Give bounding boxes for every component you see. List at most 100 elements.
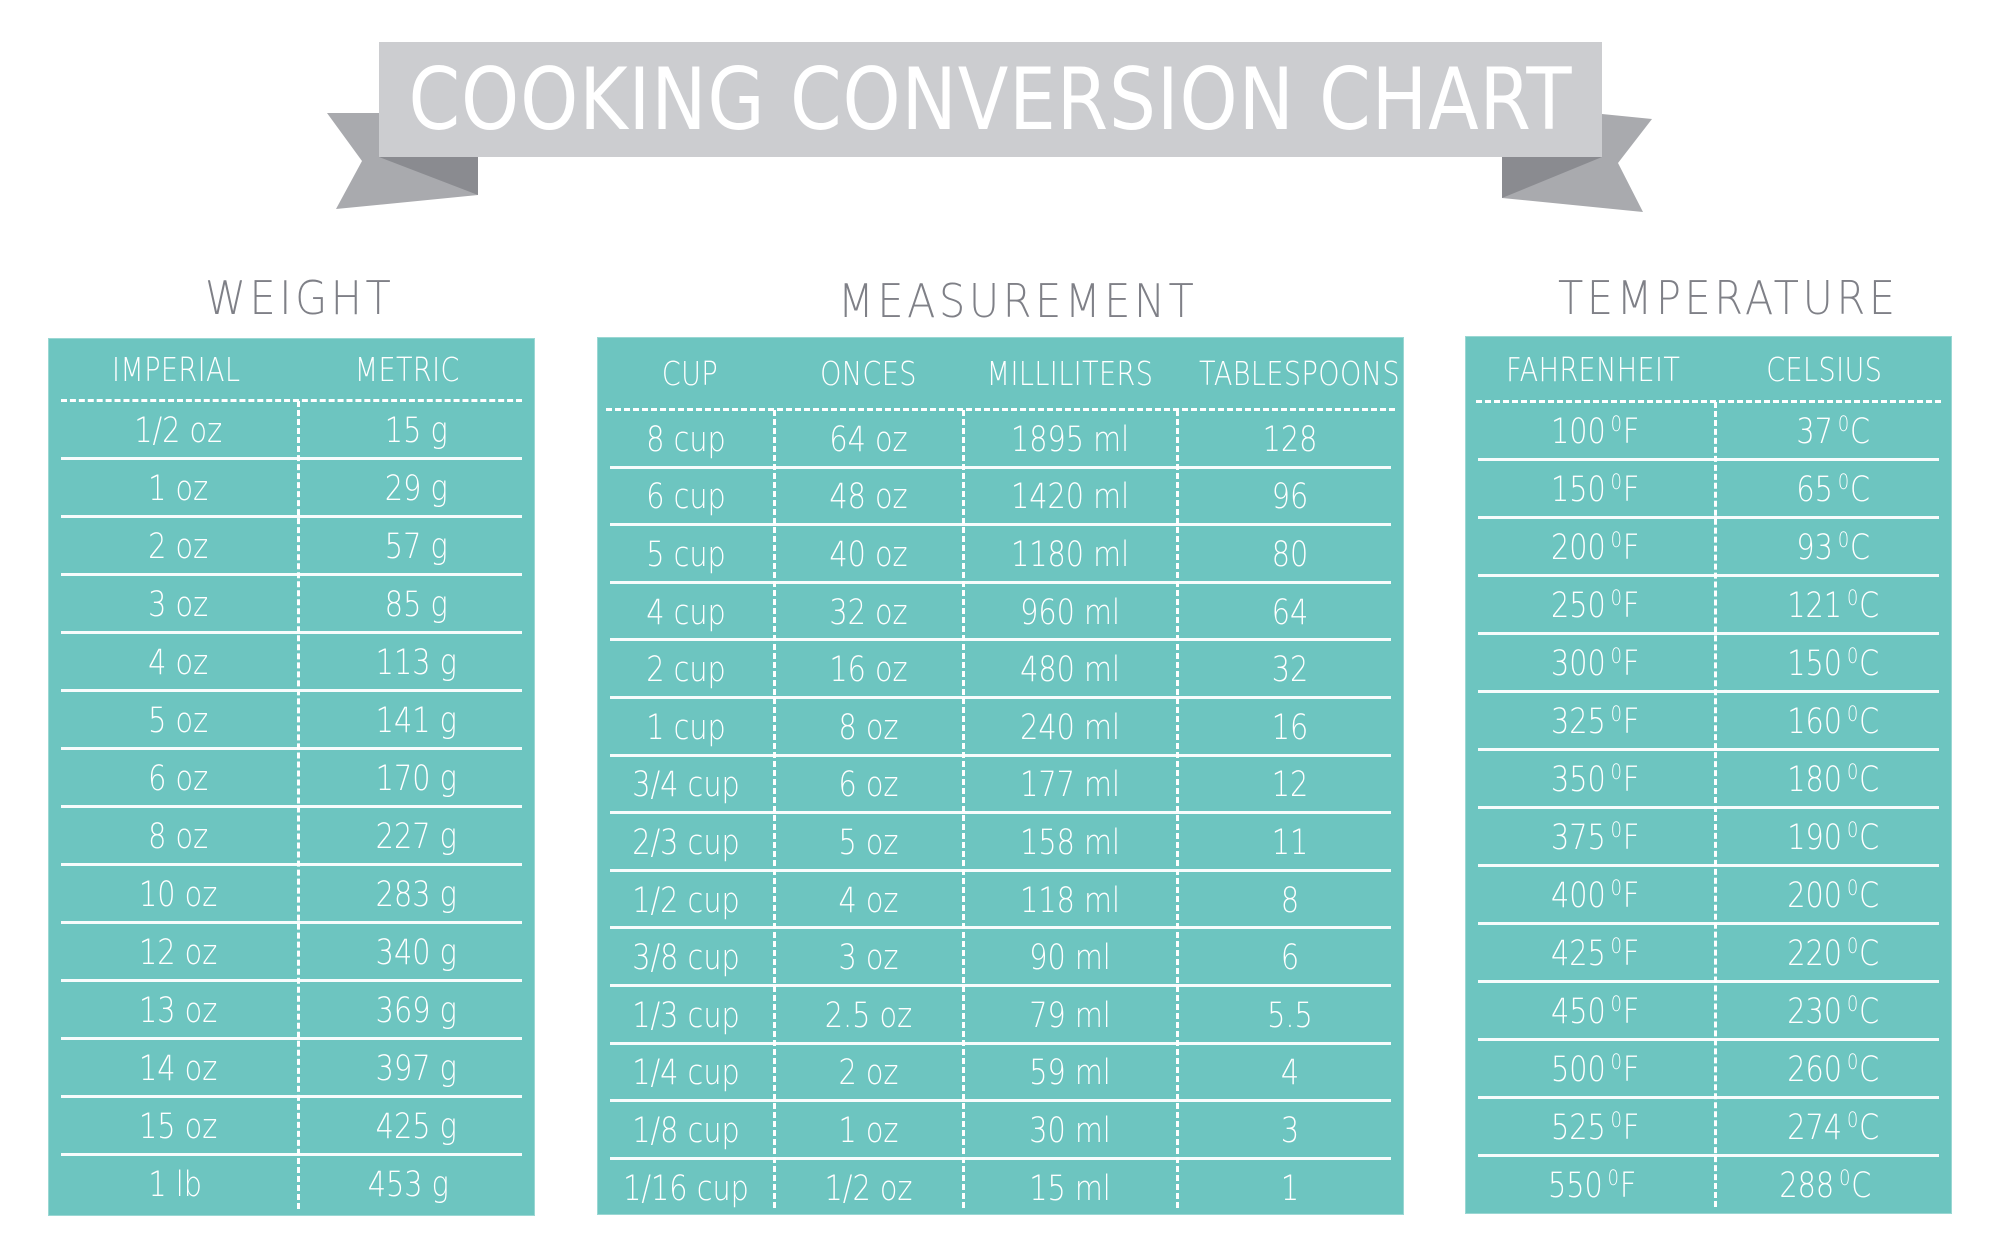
cup-cell: 8 cup — [646, 419, 726, 460]
page-title: COOKING CONVERSION CHART — [409, 42, 1572, 157]
temperature-value: 37 — [1795, 412, 1833, 452]
temperature-unit: F — [1622, 644, 1640, 684]
fahrenheit-cell: 150 0F — [1488, 470, 1692, 510]
temperature-unit: C — [1858, 876, 1879, 916]
column-header-ounces: ONCES — [820, 353, 917, 393]
degree-symbol: 0 — [1610, 470, 1623, 496]
temperature-unit: C — [1858, 644, 1879, 684]
table-row: 1/3 cup 2.5 oz 79 ml 5.5 — [598, 987, 1403, 1045]
tablespoons-cell: 3 — [1280, 1110, 1300, 1151]
table-row: 3/4 cup 6 oz 177 ml 12 — [598, 757, 1403, 815]
temperature-unit: C — [1858, 992, 1879, 1032]
celsius-cell: 190 0C — [1736, 818, 1930, 858]
milliliters-cell: 177 ml — [1020, 765, 1120, 806]
milliliters-cell: 960 ml — [1020, 592, 1120, 633]
metric-cell: 113 g — [375, 643, 457, 683]
milliliters-cell: 1420 ml — [1010, 477, 1130, 518]
tablespoons-cell: 96 — [1271, 477, 1309, 518]
temperature-value: 150 — [1550, 470, 1606, 510]
table-row: 1/16 cup 1/2 oz 15 ml 1 — [598, 1160, 1403, 1218]
cup-cell: 5 cup — [646, 534, 726, 575]
fahrenheit-cell: 550 0F — [1488, 1166, 1687, 1206]
table-row: 1/2 oz 15 g — [49, 402, 534, 460]
temperature-value: 300 — [1550, 644, 1606, 684]
degree-symbol: 0 — [1610, 992, 1623, 1018]
table-row: 250 0F 121 0C — [1466, 577, 1951, 635]
metric-cell: 141 g — [375, 701, 457, 741]
degree-symbol: 0 — [1846, 1050, 1858, 1076]
degree-symbol: 0 — [1610, 702, 1623, 728]
ounces-cell: 3 oz — [838, 938, 899, 979]
metric-cell: 340 g — [375, 933, 457, 973]
table-row: 6 cup 48 oz 1420 ml 96 — [598, 469, 1403, 527]
temperature-unit: F — [1622, 412, 1640, 452]
degree-symbol: 0 — [1837, 470, 1849, 496]
temperature-value: 550 — [1547, 1166, 1603, 1206]
metric-cell: 29 g — [384, 469, 448, 509]
measurement-table: CUP ONCES MILLILITERS TABLESPOONS 8 cup 6… — [597, 337, 1404, 1215]
temperature-unit: C — [1858, 1108, 1879, 1148]
table-row: 2/3 cup 5 oz 158 ml 11 — [598, 814, 1403, 872]
celsius-cell: 160 0C — [1736, 702, 1930, 742]
measurement-rows: 8 cup 64 oz 1895 ml 128 6 cup 48 oz 1420 ml 96 5… — [598, 411, 1403, 1214]
celsius-cell: 274 0C — [1736, 1108, 1930, 1148]
table-row: 100 0F 37 0C — [1466, 403, 1951, 461]
metric-cell: 227 g — [375, 817, 457, 857]
table-row: 5 cup 40 oz 1180 ml 80 — [598, 526, 1403, 584]
temperature-value: 450 — [1550, 992, 1606, 1032]
cup-cell: 1/3 cup — [632, 995, 740, 1036]
imperial-cell: 3 oz — [148, 585, 209, 625]
metric-cell: 170 g — [375, 759, 457, 799]
imperial-cell: 12 oz — [139, 933, 218, 973]
celsius-cell: 230 0C — [1736, 992, 1930, 1032]
temperature-unit: F — [1622, 876, 1640, 916]
temperature-unit: F — [1622, 528, 1640, 568]
table-row: 15 oz 425 g — [49, 1098, 534, 1156]
temperature-unit: F — [1622, 934, 1640, 974]
tablespoons-cell: 6 — [1280, 938, 1300, 979]
temperature-value: 400 — [1550, 876, 1606, 916]
celsius-cell: 260 0C — [1736, 1050, 1930, 1090]
temperature-table: FAHRENHEIT CELSIUS 100 0F 37 0C 150 0F 65 0C 200… — [1465, 336, 1952, 1214]
temperature-value: 375 — [1550, 818, 1606, 858]
celsius-cell: 121 0C — [1736, 586, 1930, 626]
ounces-cell: 4 oz — [838, 880, 899, 921]
ounces-cell: 8 oz — [838, 707, 899, 748]
temperature-unit: F — [1622, 1050, 1640, 1090]
tablespoons-cell: 32 — [1271, 650, 1309, 691]
ounces-cell: 1/2 oz — [824, 1168, 913, 1209]
temperature-unit: C — [1858, 818, 1879, 858]
temperature-unit: F — [1622, 586, 1640, 626]
fahrenheit-cell: 200 0F — [1488, 528, 1692, 568]
celsius-cell: 93 0C — [1736, 528, 1930, 568]
weight-heading: WEIGHT — [205, 271, 395, 325]
imperial-cell: 10 oz — [139, 875, 218, 915]
table-row: 4 oz 113 g — [49, 634, 534, 692]
degree-symbol: 0 — [1610, 760, 1623, 786]
table-row: 525 0F 274 0C — [1466, 1099, 1951, 1157]
table-row: 375 0F 190 0C — [1466, 809, 1951, 867]
temperature-value: 160 — [1786, 702, 1842, 742]
table-row: 500 0F 260 0C — [1466, 1041, 1951, 1099]
milliliters-cell: 59 ml — [1029, 1053, 1111, 1094]
temperature-unit: F — [1622, 818, 1640, 858]
milliliters-cell: 1895 ml — [1010, 419, 1130, 460]
measurement-table-header: CUP ONCES MILLILITERS TABLESPOONS — [598, 338, 1403, 408]
celsius-cell: 37 0C — [1736, 412, 1930, 452]
cup-cell: 1/16 cup — [623, 1168, 749, 1209]
celsius-cell: 288 0C — [1730, 1166, 1929, 1206]
table-row: 325 0F 160 0C — [1466, 693, 1951, 751]
table-row: 12 oz 340 g — [49, 924, 534, 982]
milliliters-cell: 240 ml — [1020, 707, 1120, 748]
temperature-value: 100 — [1550, 412, 1606, 452]
weight-table: IMPERIAL METRIC 1/2 oz 15 g 1 oz 29 g 2 oz 57… — [48, 338, 535, 1216]
milliliters-cell: 79 ml — [1029, 995, 1111, 1036]
temperature-unit: C — [1858, 1050, 1879, 1090]
degree-symbol: 0 — [1610, 1108, 1623, 1134]
table-row: 1/4 cup 2 oz 59 ml 4 — [598, 1045, 1403, 1103]
milliliters-cell: 15 ml — [1029, 1168, 1111, 1209]
page-title-text: COOKING CONVERSION CHART — [408, 49, 1573, 150]
degree-symbol: 0 — [1846, 992, 1858, 1018]
table-row: 8 oz 227 g — [49, 808, 534, 866]
cup-cell: 1 cup — [646, 707, 726, 748]
